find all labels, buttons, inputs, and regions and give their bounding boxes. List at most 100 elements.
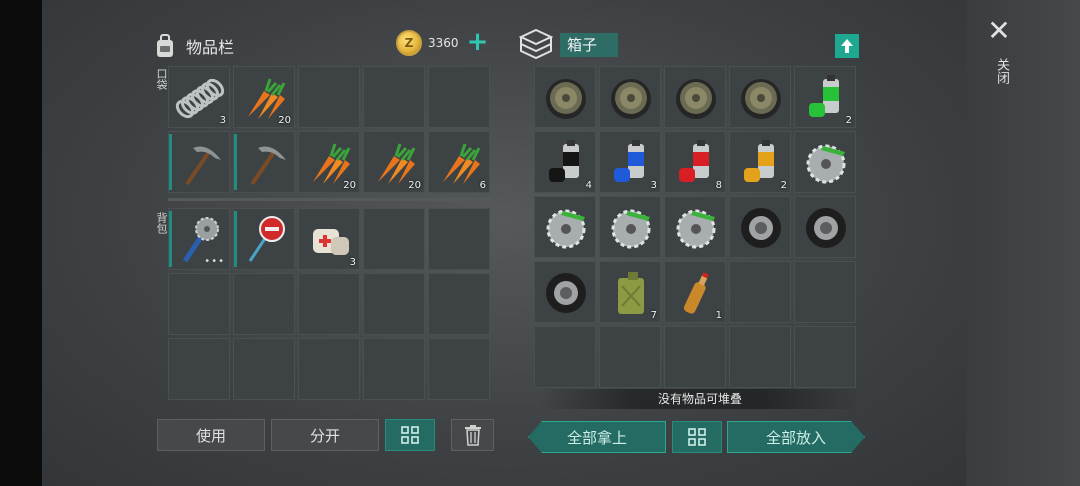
item-slot[interactable]: 20 xyxy=(233,66,295,128)
empty-slot[interactable] xyxy=(794,326,856,388)
put-all-button[interactable]: 全部放入 xyxy=(727,421,865,453)
item-quantity: 7 xyxy=(650,310,657,321)
item-slot[interactable] xyxy=(794,131,856,193)
close-sidebar xyxy=(966,0,1080,486)
durability-bar xyxy=(234,211,237,267)
item-slot[interactable]: 2 xyxy=(794,66,856,128)
empty-slot[interactable] xyxy=(298,66,360,128)
empty-slot[interactable] xyxy=(729,261,791,323)
item-quantity: 8 xyxy=(715,180,722,191)
sort-inventory-button[interactable] xyxy=(385,419,435,451)
item-slot[interactable]: 8 xyxy=(664,131,726,193)
item-slot[interactable]: 6 xyxy=(428,131,490,193)
empty-slot[interactable] xyxy=(233,273,295,335)
screen-left-edge xyxy=(0,0,42,486)
item-slot[interactable]: 20 xyxy=(298,131,360,193)
item-slot[interactable] xyxy=(599,196,661,258)
sort-box-button[interactable] xyxy=(672,421,722,453)
trash-icon xyxy=(464,425,481,446)
take-all-button[interactable]: 全部拿上 xyxy=(528,421,666,453)
trash-button[interactable] xyxy=(451,419,494,451)
item-slot[interactable]: ••• xyxy=(168,208,230,270)
more-options-icon[interactable]: ••• xyxy=(204,256,225,267)
item-slot[interactable]: 3 xyxy=(599,131,661,193)
item-slot[interactable]: 1 xyxy=(664,261,726,323)
durability-bar xyxy=(234,134,237,190)
empty-slot[interactable] xyxy=(363,66,425,128)
upgrade-box-button[interactable] xyxy=(835,34,859,58)
inventory-header: 物品栏 xyxy=(152,33,234,59)
empty-slot[interactable] xyxy=(664,326,726,388)
box-icon xyxy=(518,28,554,60)
empty-slot[interactable] xyxy=(168,338,230,400)
durability-bar xyxy=(169,134,172,190)
item-slot[interactable] xyxy=(794,196,856,258)
item-slot[interactable] xyxy=(534,196,596,258)
close-icon[interactable]: ✕ xyxy=(986,17,1012,45)
stack-message: 没有物品可堆叠 xyxy=(540,389,860,409)
item-slot[interactable] xyxy=(599,66,661,128)
backpack-label: 背包 xyxy=(155,212,168,234)
empty-slot[interactable] xyxy=(233,338,295,400)
split-button[interactable]: 分开 xyxy=(271,419,379,451)
item-slot[interactable] xyxy=(729,196,791,258)
item-slot[interactable]: 20 xyxy=(363,131,425,193)
item-quantity: 3 xyxy=(219,115,226,126)
item-slot[interactable] xyxy=(664,66,726,128)
empty-slot[interactable] xyxy=(428,66,490,128)
item-quantity: 20 xyxy=(278,115,291,126)
item-slot[interactable] xyxy=(534,261,596,323)
item-slot[interactable] xyxy=(729,66,791,128)
item-quantity: 20 xyxy=(408,180,421,191)
arrow-up-icon xyxy=(841,39,853,53)
item-slot[interactable] xyxy=(168,131,230,193)
item-quantity: 6 xyxy=(479,180,486,191)
item-quantity: 2 xyxy=(845,115,852,126)
item-quantity: 4 xyxy=(585,180,592,191)
grid-sort-icon xyxy=(688,428,706,446)
item-quantity: 3 xyxy=(650,180,657,191)
use-button[interactable]: 使用 xyxy=(157,419,265,451)
item-slot[interactable]: 4 xyxy=(534,131,596,193)
add-coins-button[interactable]: + xyxy=(465,29,491,56)
item-slot[interactable]: 7 xyxy=(599,261,661,323)
close-label[interactable]: 关闭 xyxy=(992,58,1011,84)
item-quantity: 20 xyxy=(343,180,356,191)
backpack-grid: ••• 3 xyxy=(168,208,490,400)
durability-bar xyxy=(169,211,172,267)
box-grid: 2 4 3 8 2 7 1 xyxy=(534,66,856,388)
item-slot[interactable] xyxy=(233,208,295,270)
item-slot[interactable]: 3 xyxy=(168,66,230,128)
item-slot[interactable] xyxy=(233,131,295,193)
empty-slot[interactable] xyxy=(363,273,425,335)
empty-slot[interactable] xyxy=(298,338,360,400)
pockets-label: 口袋 xyxy=(155,68,168,90)
grid-sort-icon xyxy=(401,426,419,444)
empty-slot[interactable] xyxy=(428,338,490,400)
empty-slot[interactable] xyxy=(534,326,596,388)
section-divider xyxy=(168,198,494,201)
empty-slot[interactable] xyxy=(599,326,661,388)
empty-slot[interactable] xyxy=(363,208,425,270)
backpack-icon xyxy=(157,34,173,57)
empty-slot[interactable] xyxy=(298,273,360,335)
coin-icon: Z xyxy=(396,30,422,56)
empty-slot[interactable] xyxy=(794,261,856,323)
item-slot[interactable]: 3 xyxy=(298,208,360,270)
box-title: 箱子 xyxy=(560,33,618,57)
empty-slot[interactable] xyxy=(428,208,490,270)
item-quantity: 1 xyxy=(715,310,722,321)
coin-count: 3360 xyxy=(428,36,459,50)
empty-slot[interactable] xyxy=(428,273,490,335)
item-slot[interactable] xyxy=(664,196,726,258)
currency-display: Z 3360 + xyxy=(396,29,491,56)
empty-slot[interactable] xyxy=(729,326,791,388)
empty-slot[interactable] xyxy=(168,273,230,335)
item-quantity: 2 xyxy=(780,180,787,191)
pockets-grid: 3 20 20 20 6 xyxy=(168,66,490,193)
inventory-title: 物品栏 xyxy=(186,38,235,57)
item-slot[interactable] xyxy=(534,66,596,128)
item-slot[interactable]: 2 xyxy=(729,131,791,193)
empty-slot[interactable] xyxy=(363,338,425,400)
item-quantity: 3 xyxy=(349,257,356,268)
